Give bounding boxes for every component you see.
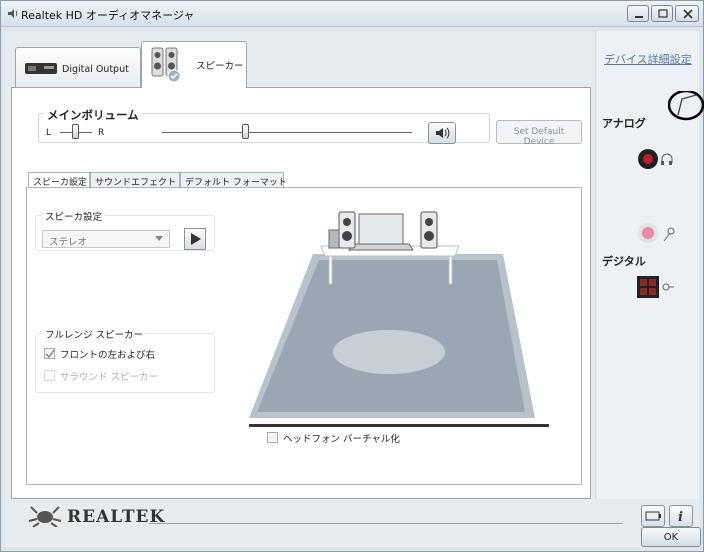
left-speaker-icon <box>328 211 356 249</box>
advanced-settings-link[interactable]: デバイス詳細設定 <box>604 51 692 67</box>
tab-speaker-label: スピーカー <box>196 61 244 72</box>
minimize-button[interactable] <box>627 5 649 22</box>
fullrange-speaker-group: フルレンジ スピーカー フロントの左および右 サラウンド スピーカー <box>35 327 215 393</box>
surround-speaker-label: サラウンド スピーカー <box>60 372 159 383</box>
balance-left-label: L <box>46 128 52 138</box>
volume-speaker-icon <box>436 127 450 139</box>
headphone-virtualization-label: ヘッドフォン バーチャル化 <box>283 434 400 445</box>
main-volume-slider-thumb[interactable] <box>241 124 249 139</box>
speaker-room-illustration <box>249 211 549 427</box>
battery-info-button[interactable] <box>641 505 665 527</box>
speaker-config-group: スピーカ設定 ステレオ <box>35 209 215 251</box>
set-default-device-button[interactable]: Set Default Device <box>496 120 582 147</box>
balance-slider-thumb[interactable] <box>72 124 79 139</box>
close-icon <box>683 9 693 19</box>
chevron-down-icon <box>155 236 163 241</box>
realtek-brand-text: REALTEK <box>67 507 166 527</box>
maximize-icon <box>658 9 668 18</box>
balance-right-label: R <box>98 128 105 138</box>
tab-digital-output[interactable]: Digital Output <box>15 47 141 87</box>
info-icon: i <box>678 510 683 525</box>
battery-icon <box>645 511 661 521</box>
digital-output-device-icon <box>25 63 57 74</box>
info-button[interactable]: i <box>669 505 693 527</box>
ok-button[interactable]: OK <box>641 527 701 547</box>
front-lr-label: フロントの左および右 <box>60 350 156 361</box>
speaker-icon <box>8 9 18 18</box>
speaker-config-dropdown[interactable]: ステレオ <box>42 230 170 248</box>
analog-section-label: アナログ <box>602 117 646 130</box>
tab-sound-effects[interactable]: サウンドエフェクト <box>90 172 180 188</box>
connector-settings-folder-icon[interactable] <box>668 91 704 121</box>
title-bar: Realtek HD オーディオマネージャ <box>1 1 703 27</box>
play-test-button[interactable] <box>184 228 206 250</box>
tab-digital-output-label: Digital Output <box>62 64 129 75</box>
mute-button[interactable] <box>428 122 456 144</box>
check-icon <box>45 349 55 359</box>
speaker-config-value: ステレオ <box>49 237 88 248</box>
right-speaker-icon <box>420 211 438 249</box>
minimize-icon <box>635 16 643 18</box>
close-button[interactable] <box>675 5 699 22</box>
window-title: Realtek HD オーディオマネージャ <box>21 9 195 22</box>
surround-speaker-checkbox[interactable] <box>44 370 55 381</box>
headphone-jack-icon[interactable] <box>636 147 676 171</box>
main-volume-group: メインボリューム L R Set Default Device <box>22 96 582 147</box>
digital-jack-icon[interactable] <box>636 275 676 299</box>
tab-default-format[interactable]: デフォルト フォーマット <box>180 172 287 188</box>
main-volume-title: メインボリューム <box>44 107 142 123</box>
headphone-virtualization-checkbox[interactable] <box>267 432 278 443</box>
footer: REALTEK i <box>5 501 699 547</box>
tab-speaker[interactable]: スピーカー <box>141 41 247 88</box>
fullrange-speaker-label: フルレンジ スピーカー <box>42 327 147 341</box>
microphone-jack-icon[interactable] <box>636 221 676 245</box>
speaker-config-label: スピーカ設定 <box>42 209 106 223</box>
realtek-audio-manager-window: Realtek HD オーディオマネージャ Digital Output スピー… <box>0 0 704 552</box>
footer-divider <box>149 523 623 524</box>
play-icon <box>191 233 201 245</box>
connector-sidebar: デバイス詳細設定 アナログ デジタル <box>595 31 704 499</box>
main-volume-slider-track[interactable] <box>162 132 412 133</box>
digital-section-label: デジタル <box>602 255 646 268</box>
laptop-icon <box>358 213 404 245</box>
sweet-spot-glow <box>333 330 445 374</box>
front-lr-checkbox[interactable] <box>44 348 55 359</box>
realtek-crab-logo <box>28 506 62 527</box>
speaker-panel: メインボリューム L R Set Default Device スピーカ設定 サ… <box>11 87 591 499</box>
svg-text:i: i <box>678 510 683 525</box>
maximize-button[interactable] <box>651 5 673 22</box>
speaker-settings-body: スピーカ設定 ステレオ フルレンジ スピーカー フロントの左および右 サラウンド… <box>26 187 582 485</box>
device-tab-strip: Digital Output スピーカー <box>11 41 591 91</box>
client-area: Digital Output スピーカー メインボリューム L R Set De… <box>5 31 704 547</box>
speaker-device-icon <box>151 47 181 83</box>
